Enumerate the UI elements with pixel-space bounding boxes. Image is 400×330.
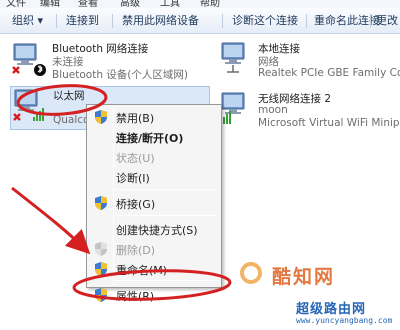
connection-name: 以太网 xyxy=(53,90,85,102)
menu-edit[interactable]: 编辑 xyxy=(40,0,60,8)
context-menu: 禁用(B) 连接/断开(O) 状态(U) 诊断(I) 桥接(G) 创建快捷方式(… xyxy=(86,104,222,303)
menu-advanced[interactable]: 高级 xyxy=(120,0,140,8)
menu-item-bridge[interactable]: 桥接(G) xyxy=(89,193,219,213)
menu-item-label: 删除(D) xyxy=(116,244,156,257)
connection-device: Realtek PCIe GBE Family Con xyxy=(258,67,400,79)
toolbar-separator xyxy=(56,14,57,28)
organize-button[interactable]: 组织 ▾ xyxy=(12,12,43,30)
toolbar-separator xyxy=(112,14,113,28)
connection-local[interactable]: 本地连接 网络 Realtek PCIe GBE Family Con xyxy=(216,40,400,84)
connect-to-button[interactable]: 连接到 xyxy=(66,12,99,30)
menu-item-label: 重命名(M) xyxy=(116,264,168,277)
menu-tools[interactable]: 工具 xyxy=(160,0,180,8)
menu-item-properties[interactable]: 属性(R) xyxy=(89,285,219,305)
shield-icon xyxy=(95,196,107,210)
change-button[interactable]: 更改 xyxy=(376,12,398,30)
menu-view[interactable]: 查看 xyxy=(78,0,98,8)
shield-icon xyxy=(95,262,107,276)
menu-item-label: 桥接(G) xyxy=(116,198,156,211)
connection-device: Bluetooth 设备(个人区域网) xyxy=(52,69,189,81)
menu-item-label: 属性(R) xyxy=(116,290,155,303)
connection-bluetooth[interactable]: Bluetooth 网络连接 未连接 Bluetooth 设备(个人区域网) xyxy=(10,40,210,84)
watermark-brand-secondary: 超级路由网 xyxy=(296,302,367,317)
toolbar-separator xyxy=(222,14,223,28)
menu-item-label: 禁用(B) xyxy=(116,112,155,125)
watermark-brand: 酷知网 xyxy=(272,266,336,288)
ethernet-network-icon xyxy=(221,42,245,73)
menu-item-label: 创建快捷方式(S) xyxy=(116,224,198,237)
menu-item-rename[interactable]: 重命名(M) xyxy=(89,259,219,279)
connection-status: moon xyxy=(258,104,288,116)
menu-item-disable[interactable]: 禁用(B) xyxy=(89,107,219,127)
menu-item-label: 状态(U) xyxy=(116,152,155,165)
menu-item-delete[interactable]: 删除(D) xyxy=(89,239,219,259)
menu-item-label: 连接/断开(O) xyxy=(116,132,184,145)
connection-wireless[interactable]: 无线网络连接 2 moon Microsoft Virtual WiFi Min… xyxy=(216,90,400,134)
menu-item-diagnose[interactable]: 诊断(I) xyxy=(89,167,219,187)
disable-device-button[interactable]: 禁用此网络设备 xyxy=(122,12,199,30)
menu-separator xyxy=(115,280,217,281)
menu-item-create-shortcut[interactable]: 创建快捷方式(S) xyxy=(89,219,219,239)
menu-separator xyxy=(115,189,217,190)
menu-file[interactable]: 文件 xyxy=(6,0,26,8)
watermark-logo-icon xyxy=(240,262,262,284)
watermark-url: www.yuncyangbang.com xyxy=(296,316,393,325)
menu-separator xyxy=(115,215,217,216)
connection-device: Microsoft Virtual WiFi Minipor xyxy=(258,117,400,129)
shield-icon xyxy=(95,242,107,256)
shield-icon xyxy=(95,110,107,124)
diagnose-button[interactable]: 诊断这个连接 xyxy=(232,12,298,30)
toolbar-separator xyxy=(306,14,307,28)
menu-item-connect-disconnect[interactable]: 连接/断开(O) xyxy=(89,127,219,147)
menu-item-status[interactable]: 状态(U) xyxy=(89,147,219,167)
menu-help[interactable]: 帮助 xyxy=(200,0,220,8)
annotation-arrow xyxy=(11,186,91,255)
toolbar-separator xyxy=(370,14,371,28)
connection-device: Qualco xyxy=(53,114,90,126)
bluetooth-network-icon xyxy=(12,43,46,76)
menu-bar: 文件 编辑 查看 高级 工具 帮助 xyxy=(0,0,400,8)
shield-icon xyxy=(95,288,107,302)
toolbar: 组织 ▾ 连接到 禁用此网络设备 诊断这个连接 重命名此连接 更改 xyxy=(0,8,400,34)
ethernet-network-icon xyxy=(13,89,44,121)
menu-item-label: 诊断(I) xyxy=(116,172,150,185)
